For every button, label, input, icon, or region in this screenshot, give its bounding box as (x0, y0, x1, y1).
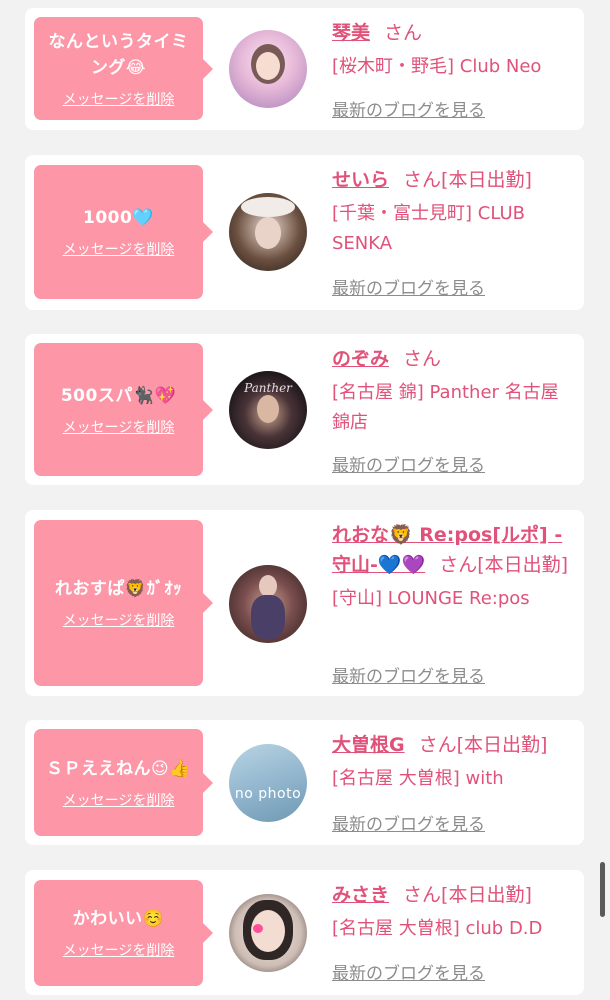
avatar[interactable]: no photo (229, 744, 307, 822)
cast-info: のぞみ さん [名古屋 錦] Panther 名古屋錦店 (332, 344, 576, 438)
delete-message-link[interactable]: メッセージを削除 (63, 239, 175, 259)
message-text: なんというタイミング😂 (48, 31, 189, 78)
message-bubble: 500スパ🐈‍⬛💖 メッセージを削除 (34, 343, 213, 476)
delete-message-link[interactable]: メッセージを削除 (63, 610, 175, 630)
message-bubble: ＳＰええねん😉👍 メッセージを削除 (34, 729, 213, 836)
message-bubble: なんというタイミング😂 メッセージを削除 (34, 17, 213, 120)
scrollbar[interactable] (600, 862, 605, 917)
no-photo-text: no photo (234, 786, 302, 802)
delete-message-link[interactable]: メッセージを削除 (63, 417, 175, 437)
delete-message-link[interactable]: メッセージを削除 (63, 89, 175, 109)
message-bubble: かわいい☺️ メッセージを削除 (34, 880, 213, 986)
message-text: 1000🩵 (83, 208, 154, 228)
blog-link[interactable]: 最新のブログを見る (332, 959, 485, 984)
cast-name-link[interactable]: 大曽根G (332, 734, 405, 756)
blog-link[interactable]: 最新のブログを見る (332, 451, 485, 476)
delete-message-link[interactable]: メッセージを削除 (63, 790, 175, 810)
cast-name-link[interactable]: みさき (332, 884, 389, 906)
avatar[interactable] (229, 894, 307, 972)
message-card: なんというタイミング😂 メッセージを削除 琴美 さん [桜木町・野毛] Club … (25, 8, 584, 130)
honorific: さん (403, 169, 442, 191)
work-status: [本日出勤] (477, 554, 569, 576)
honorific: さん (384, 22, 423, 44)
message-card: 500スパ🐈‍⬛💖 メッセージを削除 Panther のぞみ さん [名古屋 錦]… (25, 334, 584, 485)
honorific: さん (439, 554, 478, 576)
message-text: かわいい☺️ (72, 909, 165, 929)
shop-info: [守山] LOUNGE Re:pos (332, 588, 530, 609)
avatar[interactable]: Panther (229, 371, 307, 449)
cast-info: せいら さん[本日出勤] [千葉・富士見町] CLUB SENKA (332, 165, 576, 259)
avatar-logo-text: Panther (244, 381, 292, 395)
cast-name-link[interactable]: のぞみ (332, 348, 389, 370)
shop-info: [桜木町・野毛] Club Neo (332, 56, 542, 77)
honorific: さん (418, 734, 457, 756)
cast-name-link[interactable]: 琴美 (332, 22, 370, 44)
avatar[interactable] (229, 565, 307, 643)
blog-link[interactable]: 最新のブログを見る (332, 810, 485, 835)
message-bubble: 1000🩵 メッセージを削除 (34, 165, 213, 299)
blog-link[interactable]: 最新のブログを見る (332, 662, 485, 687)
message-card: 1000🩵 メッセージを削除 せいら さん[本日出勤] [千葉・富士見町] CLU… (25, 155, 584, 310)
honorific: さん (403, 348, 442, 370)
shop-info: [千葉・富士見町] CLUB SENKA (332, 203, 525, 254)
work-status: [本日出勤] (441, 884, 532, 906)
shop-info: [名古屋 錦] Panther 名古屋錦店 (332, 382, 559, 433)
cast-name-link[interactable]: せいら (332, 169, 389, 191)
blog-link[interactable]: 最新のブログを見る (332, 96, 485, 121)
shop-info: [名古屋 大曽根] with (332, 768, 504, 789)
cast-info: れおな🦁 Re:pos[ルポ] -守山-💙💜 さん[本日出勤] [守山] LOUN… (332, 520, 576, 614)
work-status: [本日出勤] (441, 169, 532, 191)
message-text: れおすぱ🦁ｶﾞｵｯ (54, 579, 183, 599)
shop-info: [名古屋 大曽根] club D.D (332, 918, 543, 939)
message-card: ＳＰええねん😉👍 メッセージを削除 no photo 大曽根G さん[本日出勤] … (25, 720, 584, 845)
avatar[interactable] (229, 193, 307, 271)
cast-info: みさき さん[本日出勤] [名古屋 大曽根] club D.D (332, 880, 576, 944)
message-bubble: れおすぱ🦁ｶﾞｵｯ メッセージを削除 (34, 520, 213, 686)
cast-info: 大曽根G さん[本日出勤] [名古屋 大曽根] with (332, 730, 576, 794)
work-status: [本日出勤] (456, 734, 548, 756)
message-card: れおすぱ🦁ｶﾞｵｯ メッセージを削除 れおな🦁 Re:pos[ルポ] -守山-💙… (25, 510, 584, 696)
blog-link[interactable]: 最新のブログを見る (332, 274, 485, 299)
message-card: かわいい☺️ メッセージを削除 みさき さん[本日出勤] [名古屋 大曽根] cl… (25, 870, 584, 995)
message-text: 500スパ🐈‍⬛💖 (60, 385, 177, 406)
message-text: ＳＰええねん😉👍 (46, 758, 191, 779)
delete-message-link[interactable]: メッセージを削除 (63, 940, 175, 960)
avatar[interactable] (229, 30, 307, 108)
cast-info: 琴美 さん [桜木町・野毛] Club Neo (332, 18, 576, 82)
honorific: さん (403, 884, 442, 906)
